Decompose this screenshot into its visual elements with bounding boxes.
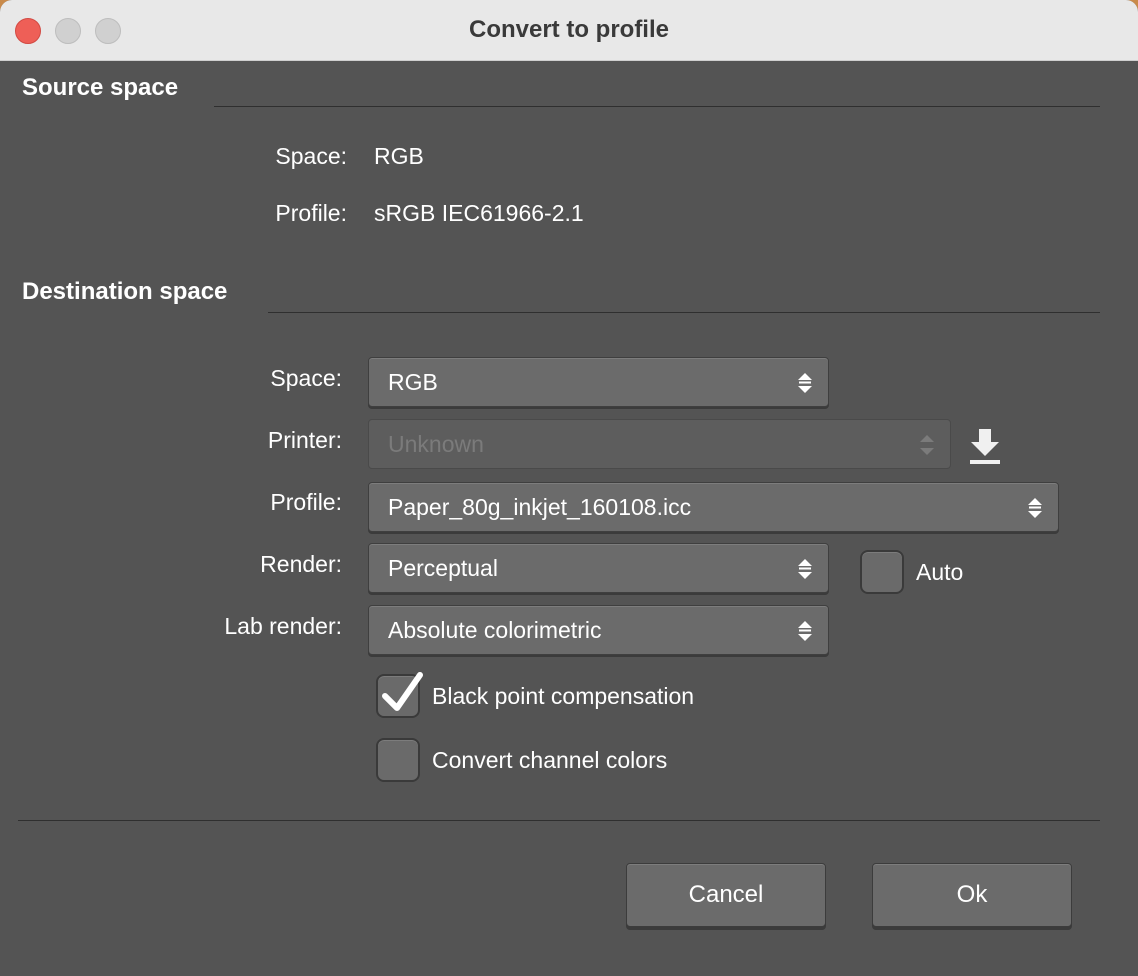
window-title: Convert to profile [468,16,669,43]
printer-label: Printer: [267,427,342,453]
updown-chevron-icon [798,559,812,579]
render-value: Perceptual [388,555,498,581]
dest-profile-select[interactable]: Paper_80g_inkjet_160108.icc [368,482,1059,532]
black-point-label: Black point compensation [432,683,695,709]
source-space-heading: Source space [22,74,179,101]
dest-profile-value: Paper_80g_inkjet_160108.icc [388,494,692,520]
download-icon[interactable] [968,427,1002,467]
updown-chevron-icon [798,621,812,641]
checkmark-icon [382,672,423,711]
render-label: Render: [260,551,342,577]
updown-chevron-icon [798,373,812,393]
destination-space-heading: Destination space [22,278,228,305]
dest-space-label: Space: [270,365,342,391]
lab-render-select[interactable]: Absolute colorimetric [368,605,829,655]
source-profile-label: Profile: [275,200,347,226]
render-select[interactable]: Perceptual [368,543,829,593]
auto-label: Auto [916,559,964,585]
black-point-checkbox[interactable] [376,672,423,718]
lab-render-value: Absolute colorimetric [388,617,602,643]
printer-value: Unknown [388,431,484,457]
cancel-button[interactable]: Cancel [626,863,826,927]
source-space-label: Space: [275,143,347,169]
dest-space-value: RGB [388,369,438,395]
updown-chevron-icon [920,435,934,455]
source-space-value: RGB [374,143,424,169]
ok-button[interactable]: Ok [872,863,1072,927]
lab-render-label: Lab render: [224,613,342,639]
dest-profile-label: Profile: [270,489,342,515]
convert-profile-dialog: Convert to profile Source space Space: R… [0,0,1138,976]
destination-heading-rule [268,312,1100,313]
convert-channel-label: Convert channel colors [432,747,668,773]
printer-select: Unknown [368,419,951,469]
convert-channel-checkbox[interactable] [376,738,420,782]
updown-chevron-icon [1028,498,1042,518]
source-profile-value: sRGB IEC61966-2.1 [374,200,584,226]
title-bar: Convert to profile [0,0,1138,61]
footer-divider [18,820,1100,821]
dest-space-select[interactable]: RGB [368,357,829,407]
auto-checkbox[interactable] [860,550,904,594]
source-heading-rule [214,106,1100,107]
